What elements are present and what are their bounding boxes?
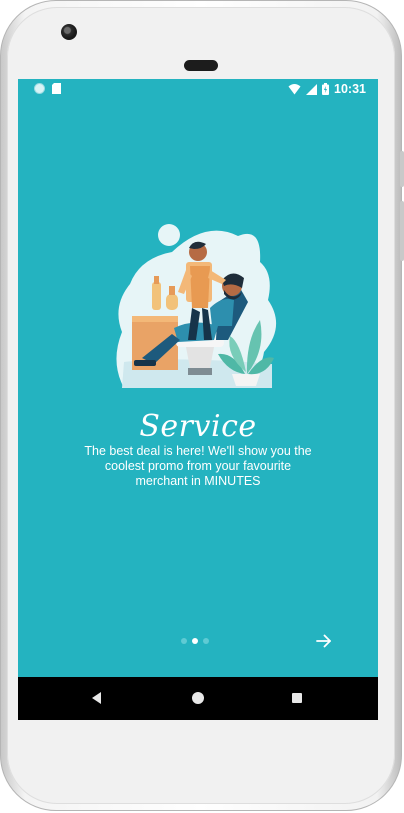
recents-square-icon[interactable] <box>292 693 302 703</box>
notification-circle-icon <box>34 83 45 94</box>
page-indicator <box>181 638 209 644</box>
power-button <box>400 151 404 187</box>
back-triangle-icon[interactable] <box>91 692 103 704</box>
home-circle-icon[interactable] <box>192 692 204 704</box>
onboarding-description: The best deal is here! We'll show you th… <box>84 444 312 488</box>
sd-card-icon <box>52 83 61 94</box>
volume-button <box>400 201 404 261</box>
page-dot-active[interactable] <box>192 638 198 644</box>
signal-icon <box>306 83 318 95</box>
page-dot[interactable] <box>203 638 209 644</box>
battery-icon <box>322 83 330 95</box>
onboarding-title: Service <box>139 409 257 444</box>
status-time: 10:31 <box>334 82 366 96</box>
earpiece-speaker <box>184 60 218 71</box>
wifi-icon <box>288 83 301 94</box>
front-camera <box>61 24 77 40</box>
status-bar: 10:31 <box>18 79 378 99</box>
next-button[interactable] <box>314 631 334 651</box>
barber-illustration <box>116 224 277 388</box>
arrow-right-icon <box>316 634 331 648</box>
onboarding-screen: 10:31 Service The best deal is here! We'… <box>18 79 378 720</box>
system-nav-bar <box>18 677 378 720</box>
page-dot[interactable] <box>181 638 187 644</box>
